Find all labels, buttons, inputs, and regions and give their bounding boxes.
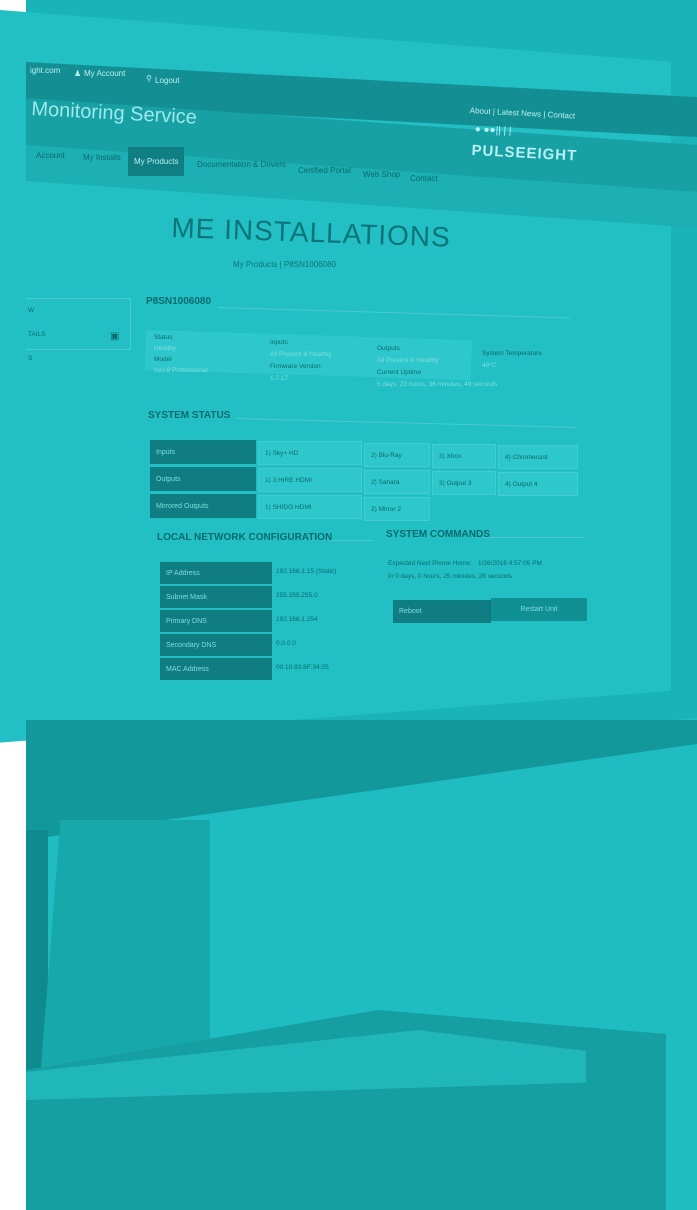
outputs-value: All Present & Healthy xyxy=(377,357,439,364)
nav-my-products[interactable]: My Products xyxy=(128,147,185,176)
divider xyxy=(484,537,584,538)
nav-contact[interactable]: Contact xyxy=(410,174,438,183)
mac-value: 00:10:83:8F:34:05 xyxy=(276,664,329,671)
output-cell-1: 1) 3 HIRE HDMI xyxy=(258,468,362,492)
ip-label: IP Address xyxy=(160,562,272,584)
brand-mark: ● ●●|| | | xyxy=(474,124,512,137)
sidebar-item-details[interactable]: TAILS xyxy=(28,331,46,338)
temperature-value: 48°C xyxy=(482,362,497,369)
next-phone-home-value: 1/26/2016 4:57:05 PM xyxy=(478,560,542,567)
sidebar xyxy=(26,298,131,350)
output-cell-2: 2) Sahara xyxy=(364,470,430,494)
inputs-row-label: Inputs xyxy=(150,440,256,464)
input-cell-1: 1) Sky+ HD xyxy=(258,441,362,465)
mirrored-cell-2: 2) Mirror 2 xyxy=(364,497,430,521)
breadcrumb[interactable]: My Products | P8SN1006080 xyxy=(233,260,336,269)
input-cell-2: 2) Blu-Ray xyxy=(364,443,430,467)
firmware-label: Firmware Version xyxy=(270,363,321,370)
uptime-value: 5 days, 23 hours, 36 minutes, 49 seconds xyxy=(377,381,498,388)
restart-unit-button[interactable]: Restart Unit xyxy=(491,598,587,621)
phone-home-countdown: In 0 days, 0 hours, 25 minutes, 28 secon… xyxy=(388,573,512,580)
secondary-dns-value: 0.0.0.0 xyxy=(276,640,296,647)
sidebar-item-overview[interactable]: W xyxy=(28,307,34,314)
output-cell-4: 4) Output 4 xyxy=(498,472,578,496)
ip-value: 192.168.1.15 (Static) xyxy=(276,568,337,575)
firmware-value: 1.7.17 xyxy=(270,375,289,382)
subnet-label: Subnet Mask xyxy=(160,586,272,608)
key-icon: ⚲ xyxy=(146,74,152,83)
nav-my-installs[interactable]: My Installs xyxy=(83,153,121,162)
reboot-button[interactable]: Reboot xyxy=(393,600,491,623)
calendar-icon[interactable]: ▣ xyxy=(110,331,119,342)
nav-web-shop[interactable]: Web Shop xyxy=(363,170,400,179)
model-value: neo:8 Professional xyxy=(154,367,208,374)
nav-account[interactable]: Account xyxy=(36,151,65,160)
logout-link[interactable]: Logout xyxy=(155,76,179,85)
sidebar-item-status[interactable]: S xyxy=(28,355,32,362)
output-cell-3: 3) Output 3 xyxy=(432,471,496,495)
subnet-value: 255.255.255.0 xyxy=(276,592,318,599)
primary-dns-label: Primary DNS xyxy=(160,610,272,632)
inputs-label: Inputs xyxy=(270,339,288,346)
divider xyxy=(330,540,374,541)
monitor-stand xyxy=(40,820,210,1080)
my-account-link[interactable]: My Account xyxy=(84,69,125,78)
nav-certified-portal[interactable]: Certified Portal xyxy=(298,166,351,175)
mirrored-row-label: Mirrored Outputs xyxy=(150,494,256,518)
next-phone-home-label: Expected Next Phone Home: xyxy=(388,560,472,567)
network-title: LOCAL NETWORK CONFIGURATION xyxy=(157,532,333,543)
temperature-label: System Temperature xyxy=(482,350,542,357)
primary-dns-value: 192.168.1.254 xyxy=(276,616,318,623)
inputs-value: All Present & Healthy xyxy=(270,351,332,358)
outputs-row-label: Outputs xyxy=(150,467,256,491)
input-cell-3: 3) Xbox xyxy=(432,444,496,468)
input-cell-4: 4) Chromecast xyxy=(498,445,578,469)
outputs-label: Outputs xyxy=(377,345,400,352)
mac-label: MAC Address xyxy=(160,658,272,680)
uptime-label: Current Uptime xyxy=(377,369,422,376)
commands-title: SYSTEM COMMANDS xyxy=(386,529,490,540)
system-status-title: SYSTEM STATUS xyxy=(148,410,231,421)
model-label: Model xyxy=(154,356,172,363)
mirrored-cell-1: 1) SHIDO HDMI xyxy=(258,495,362,519)
device-serial: P8SN1006080 xyxy=(146,296,212,307)
status-label: Status xyxy=(154,334,173,341)
site-link[interactable]: ight.com xyxy=(30,66,60,75)
user-icon: ♟ xyxy=(74,69,82,78)
secondary-dns-label: Secondary DNS xyxy=(160,634,272,656)
status-value: Healthy xyxy=(154,345,177,352)
nav-documentation[interactable]: Documentation & Drivers xyxy=(197,160,286,169)
